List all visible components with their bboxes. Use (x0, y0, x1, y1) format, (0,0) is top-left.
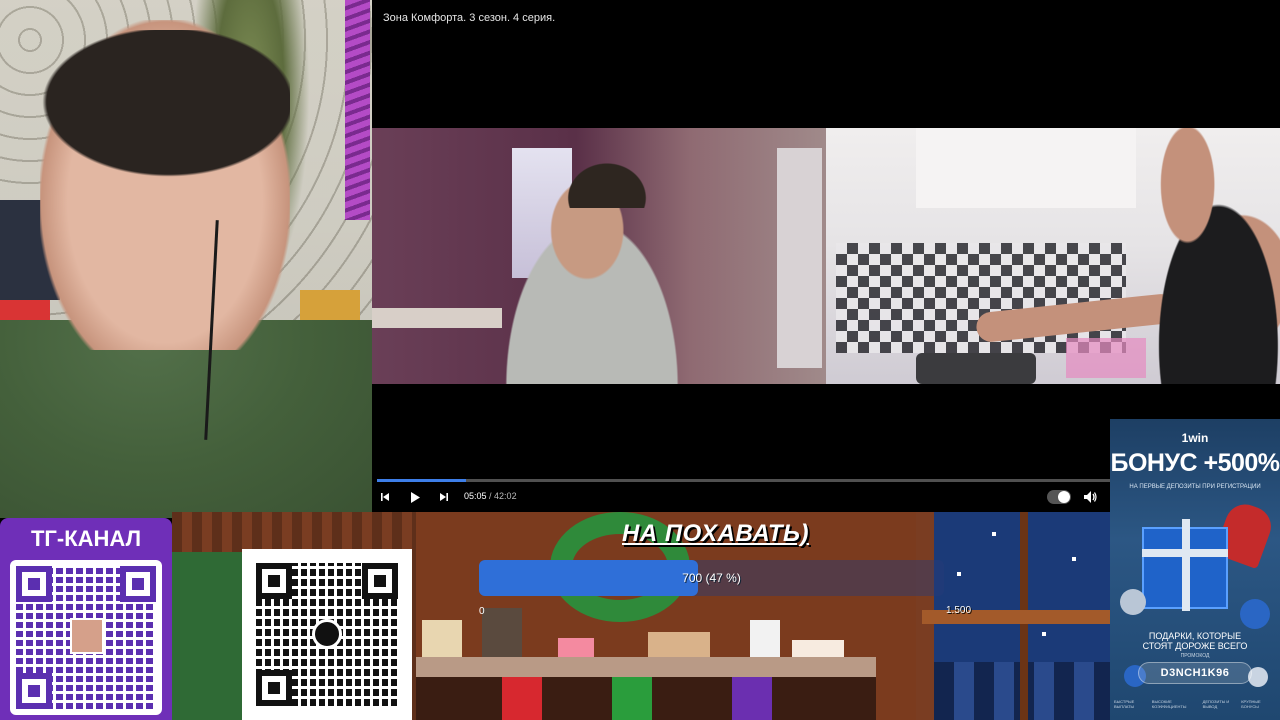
scene-man-left-hair (562, 158, 652, 208)
ornament-icon (1120, 589, 1146, 615)
qr-finder-icon (120, 566, 156, 602)
webcam-tinsel (345, 0, 370, 220)
play-icon (411, 491, 420, 503)
mantel-picture-icon (648, 632, 710, 658)
telegram-card-title: ТГ-КАНАЛ (30, 526, 142, 551)
ad-tagline-line1: ПОДАРКИ, КОТОРЫЕ (1148, 631, 1242, 641)
webcam-feed (0, 0, 372, 518)
snowflake-icon (1042, 632, 1046, 636)
video-frame[interactable] (372, 128, 1280, 384)
donation-goal-min: 0 (479, 606, 485, 617)
qr-finder-icon (256, 670, 292, 706)
ad-promo-code[interactable]: D3NCH1K96 (1138, 662, 1252, 684)
donation-goal-max: 1.500 (946, 605, 972, 616)
snowflake-icon (1072, 557, 1076, 561)
autoplay-toggle-icon (1058, 491, 1070, 503)
skip-previous-icon (381, 493, 389, 501)
skip-previous-button[interactable] (378, 489, 392, 505)
scene-man-right (1126, 128, 1280, 384)
qr-finder-icon (16, 673, 52, 709)
current-time: 05:05 (464, 491, 487, 501)
donation-goal-label: 700 (47 %) (682, 571, 741, 585)
fireplace-mantel (416, 657, 876, 677)
scene-pot (916, 353, 1036, 384)
snowflake-icon (957, 572, 961, 576)
ad-subtitle: НА ПЕРВЫЕ ДЕПОЗИТЫ ПРИ РЕГИСТРАЦИИ (1129, 484, 1261, 490)
seek-bar-progress (377, 479, 466, 482)
scene-cabinet (916, 128, 1136, 208)
streamer-hair (20, 30, 290, 190)
time-display: 05:05 / 42:02 (464, 491, 517, 501)
qr-finder-icon (16, 566, 52, 602)
gift-ribbon-icon (1142, 549, 1228, 557)
avatar (70, 618, 104, 654)
ad-bonus-headline: БОНУС +500% (1110, 449, 1280, 477)
ad-tagline: ПОДАРКИ, КОТОРЫЕ СТОЯТ ДОРОЖЕ ВСЕГО (1110, 631, 1280, 651)
duration: 42:02 (494, 491, 517, 501)
autoplay-toggle[interactable] (1047, 490, 1071, 504)
donation-qr-code[interactable] (242, 549, 412, 720)
time-separator: / (486, 491, 495, 501)
mantel-clock-icon (482, 608, 522, 658)
mantel-pink-box-icon (558, 638, 594, 658)
ad-footer-item: ДЕПОЗИТЫ И ВЫВОД (1202, 699, 1230, 709)
ad-footer-item: ВЫСОКИЕ КОЭФФИЦИЕНТЫ (1151, 699, 1187, 709)
volume-icon (1083, 491, 1097, 503)
ad-footer-item: КРУПНЫЕ БОНУСЫ (1241, 699, 1261, 709)
scene-right-kitchen (826, 128, 1280, 384)
scene-left-room (372, 128, 826, 384)
seek-bar[interactable] (377, 479, 1117, 482)
qr-finder-icon (362, 563, 398, 599)
qr-logo-icon (312, 619, 342, 649)
mantel-frame-icon (422, 620, 462, 658)
gift-ribbon-icon (1182, 519, 1190, 611)
donation-goal-title: НА ПОХАВАТЬ) (622, 520, 809, 547)
mantel-cake-icon (792, 640, 844, 658)
ad-brand-logo: 1win (1181, 431, 1209, 445)
volume-button[interactable] (1083, 489, 1097, 505)
betting-ad-banner[interactable]: 1win БОНУС +500% НА ПЕРВЫЕ ДЕПОЗИТЫ ПРИ … (1110, 419, 1280, 720)
ad-footer: БЫСТРЫЕ ВЫПЛАТЫ ВЫСОКИЕ КОЭФФИЦИЕНТЫ ДЕП… (1114, 699, 1276, 709)
ornament-icon (1240, 599, 1270, 629)
video-title: Зона Комфорта. 3 сезон. 4 серия. (383, 12, 556, 24)
skip-next-icon (440, 493, 448, 501)
scene-door (777, 148, 822, 368)
stocking-purple-icon (732, 677, 772, 720)
mantel-cup-icon (750, 620, 780, 658)
snowflake-icon (992, 532, 996, 536)
play-button[interactable] (408, 489, 422, 505)
scene-xmas-tree (172, 552, 242, 720)
stocking-red-icon (502, 677, 542, 720)
ad-footer-item: БЫСТРЫЕ ВЫПЛАТЫ (1114, 699, 1135, 709)
donation-goal-bar: 700 (47 %) (479, 560, 944, 596)
telegram-channel-card[interactable]: ТГ-КАНАЛ (0, 518, 172, 720)
stocking-green-icon (612, 677, 652, 720)
skip-next-button[interactable] (437, 489, 451, 505)
ad-promo-caption: ПРОМОКОД (1180, 653, 1210, 659)
telegram-qr-code[interactable] (10, 560, 162, 715)
qr-finder-icon (256, 563, 292, 599)
ad-tagline-line2: СТОЯТ ДОРОЖЕ ВСЕГО (1142, 641, 1248, 651)
